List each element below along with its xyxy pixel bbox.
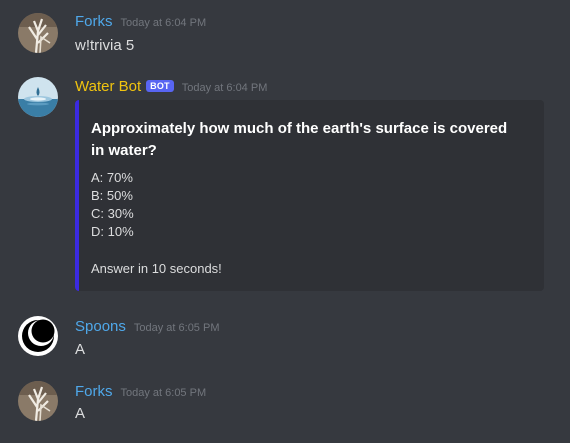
timestamp: Today at 6:05 PM [133, 322, 220, 334]
option-a: A: 70% [91, 170, 133, 185]
driftwood-icon [18, 381, 58, 421]
option-c: C: 30% [91, 206, 134, 221]
avatar[interactable] [18, 77, 58, 117]
option-d: D: 10% [91, 224, 134, 239]
option-b: B: 50% [91, 188, 133, 203]
water-droplet-icon [18, 77, 58, 117]
timestamp: Today at 6:04 PM [120, 17, 207, 29]
avatar[interactable] [18, 381, 58, 421]
avatar[interactable] [18, 316, 58, 356]
driftwood-icon [18, 13, 58, 53]
username[interactable]: Forks [75, 383, 113, 400]
timestamp: Today at 6:04 PM [181, 82, 268, 94]
embed-accent-bar [75, 100, 79, 291]
bot-badge: BOT [146, 80, 174, 92]
message-text: A [75, 405, 86, 422]
username[interactable]: Forks [75, 13, 113, 30]
username[interactable]: Water Bot [75, 78, 141, 95]
timestamp: Today at 6:05 PM [120, 387, 207, 399]
trivia-embed: Approximately how much of the earth's su… [75, 100, 544, 291]
username[interactable]: Spoons [75, 318, 126, 335]
message-text: A [75, 341, 86, 358]
crescent-moon-icon [18, 316, 58, 356]
embed-title: Approximately how much of the earth's su… [91, 120, 508, 159]
message-text: w!trivia 5 [75, 37, 135, 54]
embed-footer: Answer in 10 seconds! [91, 261, 222, 276]
avatar[interactable] [18, 13, 58, 53]
